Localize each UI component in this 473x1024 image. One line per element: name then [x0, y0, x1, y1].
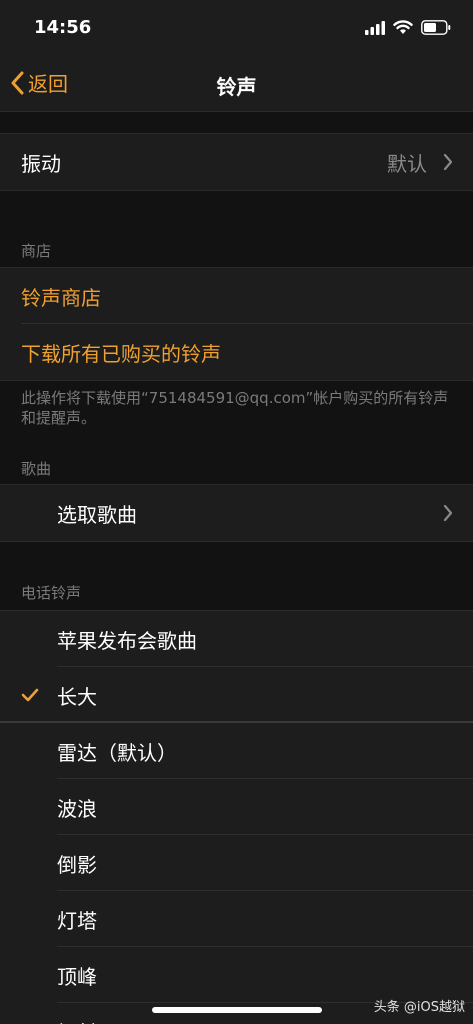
ringtone-label: 辐射 [57, 1017, 97, 1024]
status-bar: 14:56 [0, 0, 473, 56]
vibration-group: 振动 默认 [0, 133, 473, 191]
ringtone-store-link: 铃声商店 [21, 285, 101, 310]
store-section-header: 商店 [21, 242, 52, 260]
status-time: 14:56 [34, 17, 92, 38]
ringtone-row[interactable]: 顶峰 [0, 947, 473, 1003]
ringtone-row[interactable]: 苹果发布会歌曲 [0, 611, 473, 667]
chevron-right-icon [443, 153, 453, 171]
ringtone-row[interactable]: 倒影 [0, 835, 473, 891]
wifi-icon [393, 20, 413, 34]
battery-icon [421, 20, 451, 35]
pick-song-label: 选取歌曲 [57, 502, 137, 527]
ringtone-row[interactable]: 灯塔 [0, 891, 473, 947]
pick-song-row[interactable]: 选取歌曲 [0, 485, 473, 541]
songs-group: 选取歌曲 [0, 484, 473, 542]
songs-section-header: 歌曲 [21, 460, 52, 478]
store-group: 铃声商店 下载所有已购买的铃声 [0, 267, 473, 381]
ringtone-store-row[interactable]: 铃声商店 [0, 268, 473, 324]
vibration-label: 振动 [21, 151, 61, 176]
navigation-bar: 返回 铃声 [0, 56, 473, 112]
page-title: 铃声 [216, 75, 257, 99]
signal-icon [365, 20, 385, 35]
ringtone-label: 苹果发布会歌曲 [57, 628, 197, 653]
status-icons [365, 20, 451, 35]
watermark: 头条 @iOS越狱 [373, 1000, 465, 1015]
ringtones-section-header: 电话铃声 [21, 584, 82, 602]
download-all-row[interactable]: 下载所有已购买的铃声 [0, 324, 473, 380]
ringtone-row[interactable]: 波浪 [0, 779, 473, 835]
home-indicator[interactable] [152, 1007, 322, 1013]
ringtones-group: 苹果发布会歌曲 长大 雷达（默认） 波浪 倒影 灯塔 顶峰 辐射 [0, 610, 473, 1024]
ringtone-row-selected[interactable]: 长大 [0, 667, 473, 723]
chevron-right-icon [443, 504, 453, 522]
ringtone-label: 灯塔 [57, 908, 97, 933]
ringtone-row[interactable]: 雷达（默认） [0, 723, 473, 779]
download-all-link: 下载所有已购买的铃声 [21, 341, 221, 366]
store-footer-note: 此操作将下载使用“751484591@qq.com”帐户购买的所有铃声和提醒声。 [21, 389, 449, 427]
ringtone-label: 长大 [57, 684, 97, 709]
checkmark-icon [21, 688, 39, 702]
vibration-value: 默认 [387, 151, 427, 176]
ringtone-label: 倒影 [57, 852, 97, 877]
ringtone-label: 波浪 [57, 796, 97, 821]
vibration-row[interactable]: 振动 默认 [0, 134, 473, 190]
ringtone-label: 雷达（默认） [57, 740, 177, 765]
ringtone-label: 顶峰 [57, 964, 97, 989]
